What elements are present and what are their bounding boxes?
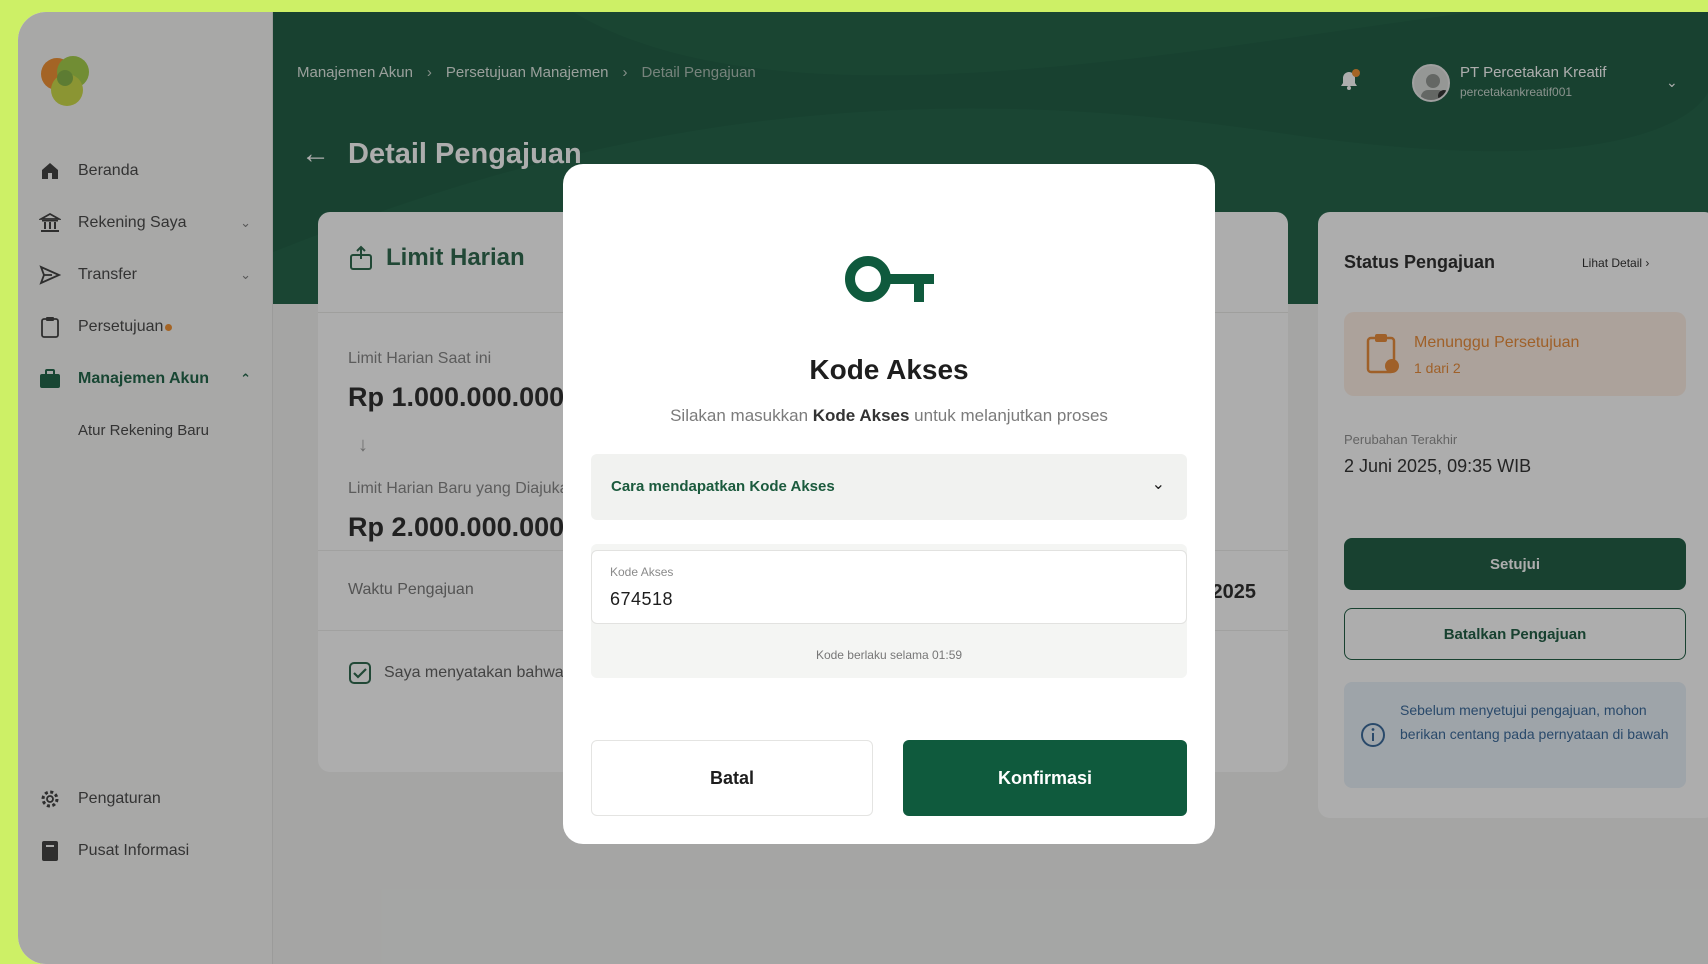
code-validity-hint: Kode berlaku selama 01:59 [815,648,963,662]
accordion-label: Cara mendapatkan Kode Akses [611,478,835,495]
subtitle-text: Silakan masukkan [670,406,813,425]
subtitle-bold: Kode Akses [812,406,910,425]
modal-title: Kode Akses [809,354,969,385]
modal-subtitle: Silakan masukkan Kode Akses untuk melanj… [563,406,1215,426]
chevron-down-icon: ⌄ [1151,476,1165,493]
cancel-button[interactable]: Batal [591,740,873,816]
app-frame: Beranda Rekening Saya ⌄ Transfer ⌄ Perse… [18,12,1708,964]
access-code-input[interactable]: Kode Akses 674518 [591,550,1187,624]
access-code-value: 674518 [610,589,674,609]
subtitle-text: untuk melanjutkan proses [909,406,1108,425]
access-code-modal: Kode Akses Silakan masukkan Kode Akses u… [563,164,1215,844]
how-to-get-code-accordion[interactable]: Cara mendapatkan Kode Akses ⌄ [591,454,1187,520]
confirm-button[interactable]: Konfirmasi [903,740,1187,816]
key-icon [845,256,934,302]
access-code-label: Kode Akses [610,565,674,579]
access-code-field-wrapper: Kode Akses 674518 Kode berlaku selama 01… [591,544,1187,678]
